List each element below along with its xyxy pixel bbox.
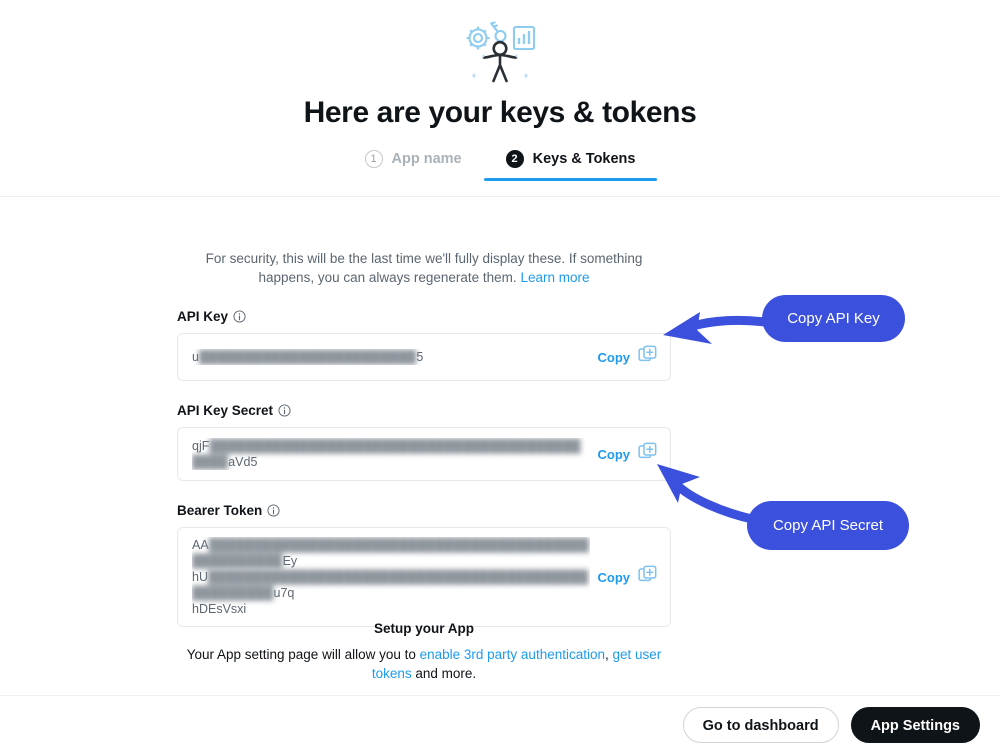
bearer-line1-suffix: Ey bbox=[282, 554, 298, 568]
api-key-value: u████████████████████████5 bbox=[192, 349, 590, 365]
bearer-line2-masked: ████████████████████████████████████████… bbox=[192, 570, 589, 600]
api-key-prefix: u bbox=[192, 350, 199, 364]
bearer-line1-masked: ████████████████████████████████████████… bbox=[192, 538, 590, 568]
api-key-suffix: 5 bbox=[416, 350, 424, 364]
setup-desc-part3: and more. bbox=[411, 666, 477, 681]
go-to-dashboard-button[interactable]: Go to dashboard bbox=[682, 707, 839, 743]
step-app-name[interactable]: 1 App name bbox=[343, 150, 484, 181]
setup-desc-part2: , bbox=[605, 647, 613, 662]
info-circle-icon[interactable] bbox=[233, 310, 246, 323]
api-key-secret-box: qjF█████████████████████████████████████… bbox=[177, 427, 671, 481]
bearer-token-line-1: AA██████████████████████████████████████… bbox=[192, 537, 590, 569]
copy-icon bbox=[638, 565, 657, 589]
security-notice: For security, this will be the last time… bbox=[177, 249, 671, 287]
page-root: Here are your keys & tokens 1 App name 2… bbox=[0, 0, 1000, 754]
api-key-secret-label-row: API Key Secret bbox=[177, 403, 671, 418]
setup-title: Setup your App bbox=[374, 621, 474, 636]
page-title: Here are your keys & tokens bbox=[303, 96, 697, 129]
api-key-label: API Key bbox=[177, 309, 229, 324]
enable-3rd-party-auth-link[interactable]: enable 3rd party authentication bbox=[420, 647, 605, 662]
api-key-secret-value: qjF█████████████████████████████████████… bbox=[192, 438, 590, 470]
copy-icon bbox=[638, 345, 657, 369]
field-bearer-token: Bearer Token AA█████████████████████████… bbox=[177, 503, 671, 627]
main-content-area: For security, this will be the last time… bbox=[0, 197, 1000, 695]
copy-api-key-secret-button[interactable]: Copy bbox=[598, 442, 658, 466]
bottom-action-bar: Go to dashboard App Settings bbox=[0, 695, 1000, 754]
bearer-line2-prefix: hU bbox=[192, 570, 208, 584]
learn-more-link[interactable]: Learn more bbox=[520, 270, 589, 285]
api-key-masked: ████████████████████████ bbox=[198, 350, 417, 364]
copy-bearer-token-label: Copy bbox=[597, 569, 631, 585]
copy-api-key-label: Copy bbox=[597, 349, 631, 365]
step-number-1: 1 bbox=[364, 150, 383, 168]
page-header: Here are your keys & tokens 1 App name 2… bbox=[0, 0, 1000, 197]
bearer-token-value: AA██████████████████████████████████████… bbox=[192, 537, 590, 617]
api-key-secret-label: API Key Secret bbox=[177, 403, 274, 418]
bearer-token-line-2: hU██████████████████████████████████████… bbox=[192, 569, 590, 601]
field-api-key-secret: API Key Secret qjF██████████████████████… bbox=[177, 403, 671, 481]
bearer-line1-prefix: AA bbox=[192, 538, 209, 552]
step-label-keys-tokens: Keys & Tokens bbox=[532, 151, 636, 167]
bearer-token-label-row: Bearer Token bbox=[177, 503, 671, 518]
copy-bearer-token-button[interactable]: Copy bbox=[598, 565, 658, 589]
bearer-token-line-3: hDEsVsxi bbox=[192, 602, 247, 616]
bearer-token-box: AA██████████████████████████████████████… bbox=[177, 527, 671, 627]
copy-api-key-secret-label: Copy bbox=[597, 446, 631, 462]
step-nav: 1 App name 2 Keys & Tokens bbox=[343, 150, 658, 181]
copy-api-key-button[interactable]: Copy bbox=[598, 345, 658, 369]
info-circle-icon[interactable] bbox=[278, 404, 291, 417]
setup-description: Your App setting page will allow you to … bbox=[177, 645, 671, 683]
api-key-label-row: API Key bbox=[177, 309, 671, 324]
api-key-secret-suffix: aVd5 bbox=[228, 455, 258, 469]
step-label-app-name: App name bbox=[391, 151, 462, 167]
bearer-line2-suffix: u7q bbox=[273, 586, 295, 600]
bearer-token-label: Bearer Token bbox=[177, 503, 263, 518]
setup-section: Setup your App Your App setting page wil… bbox=[177, 621, 671, 683]
api-key-box: u████████████████████████5 Copy bbox=[177, 333, 671, 381]
step-keys-tokens[interactable]: 2 Keys & Tokens bbox=[483, 150, 658, 181]
app-settings-button[interactable]: App Settings bbox=[850, 707, 980, 743]
setup-desc-part1: Your App setting page will allow you to bbox=[186, 647, 420, 662]
person-gear-key-chart-illustration bbox=[458, 14, 542, 90]
info-circle-icon[interactable] bbox=[267, 504, 280, 517]
copy-icon bbox=[638, 442, 657, 466]
api-key-secret-prefix: qjF bbox=[192, 439, 210, 453]
content-column: For security, this will be the last time… bbox=[177, 197, 671, 627]
step-number-2: 2 bbox=[505, 150, 524, 168]
field-api-key: API Key u████████████████████████5 Copy bbox=[177, 309, 671, 381]
